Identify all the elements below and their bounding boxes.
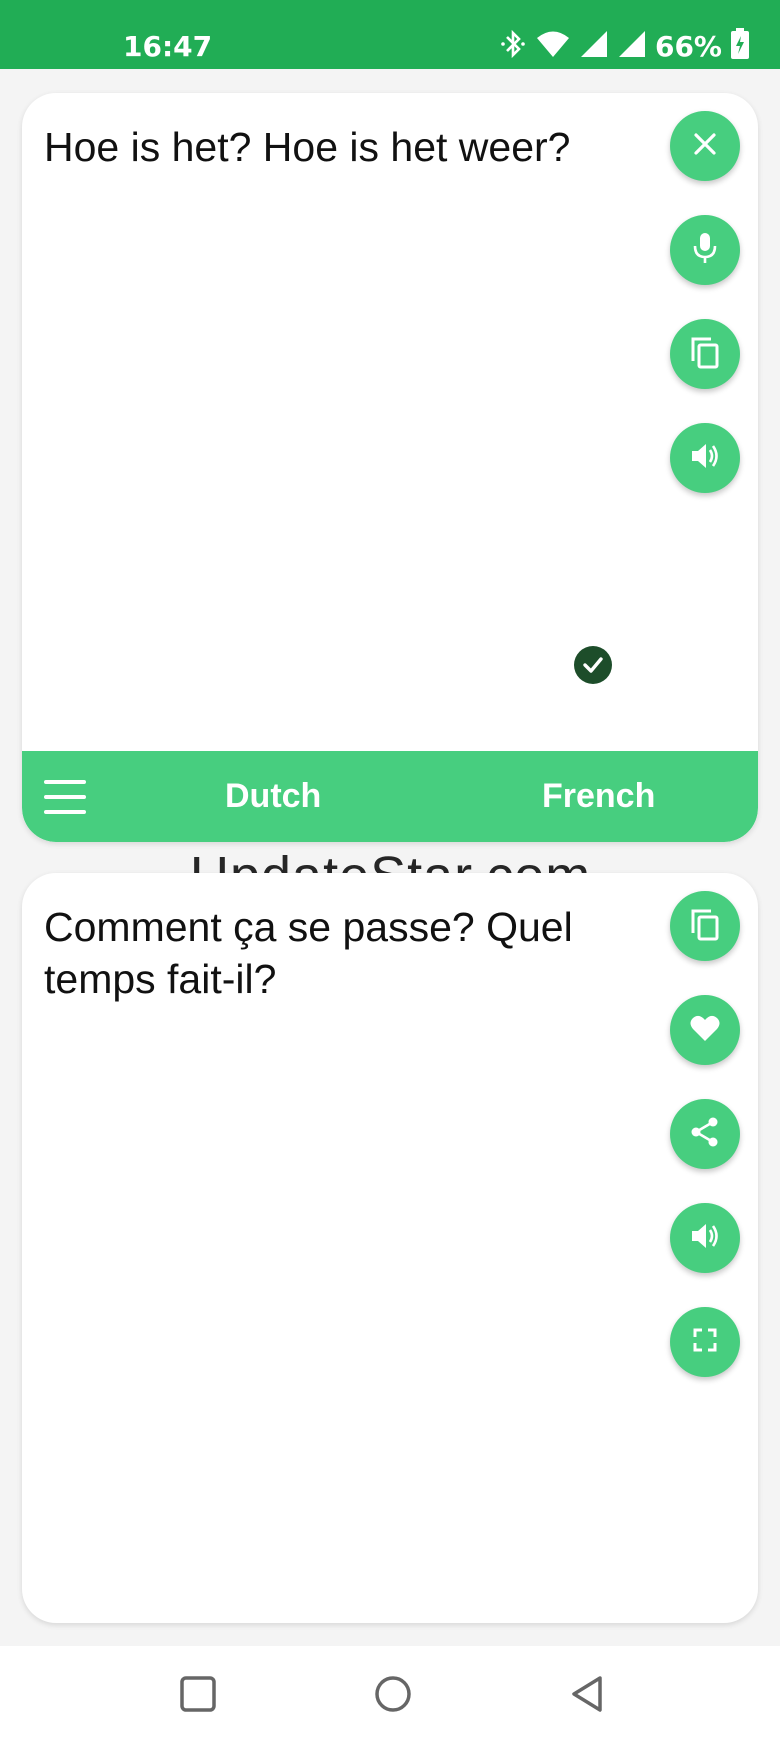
signal-icon xyxy=(579,29,609,64)
fullscreen-icon xyxy=(691,1326,719,1359)
status-bar: 16:47 66% xyxy=(0,0,780,69)
source-text[interactable]: Hoe is het? Hoe is het weer? xyxy=(44,121,644,173)
translation-panel: Comment ça se passe? Quel temps fait-il? xyxy=(22,873,758,1623)
home-button[interactable] xyxy=(371,1672,415,1716)
close-icon xyxy=(691,130,719,163)
system-nav-bar xyxy=(0,1646,780,1742)
copy-source-button[interactable] xyxy=(670,319,740,389)
recents-button[interactable] xyxy=(176,1672,220,1716)
fullscreen-button[interactable] xyxy=(670,1307,740,1377)
speak-translation-button[interactable] xyxy=(670,1203,740,1273)
signal-icon xyxy=(617,29,647,64)
status-time: 16:47 xyxy=(123,30,213,63)
share-icon xyxy=(689,1116,721,1153)
home-circle-icon xyxy=(371,1676,415,1720)
favorite-button[interactable] xyxy=(670,995,740,1065)
hamburger-menu-icon xyxy=(44,780,86,784)
heart-icon xyxy=(689,1013,721,1048)
speaker-icon xyxy=(689,1221,721,1256)
back-button[interactable] xyxy=(566,1672,610,1716)
copy-translation-button[interactable] xyxy=(670,891,740,961)
selected-check-icon xyxy=(574,646,612,684)
recents-square-icon xyxy=(176,1676,220,1720)
clear-button[interactable] xyxy=(670,111,740,181)
battery-charging-icon xyxy=(730,28,750,65)
source-panel: Hoe is het? Hoe is het weer? Dutch Frenc… xyxy=(22,93,758,842)
bluetooth-icon xyxy=(499,29,527,64)
speak-source-button[interactable] xyxy=(670,423,740,493)
battery-percentage: 66% xyxy=(654,30,722,63)
back-triangle-icon xyxy=(566,1676,610,1720)
wifi-icon xyxy=(535,29,571,64)
hamburger-menu-line xyxy=(44,795,86,799)
hamburger-menu-line xyxy=(44,810,86,814)
copy-icon xyxy=(689,907,721,946)
target-language-button[interactable]: French xyxy=(542,777,655,816)
speaker-icon xyxy=(689,441,721,476)
menu-button[interactable] xyxy=(44,777,86,817)
source-language-button[interactable]: Dutch xyxy=(225,777,321,816)
language-bar: Dutch French xyxy=(22,751,758,842)
share-button[interactable] xyxy=(670,1099,740,1169)
translated-text: Comment ça se passe? Quel temps fait-il? xyxy=(44,904,573,1002)
copy-icon xyxy=(689,335,721,374)
microphone-icon xyxy=(690,231,720,270)
status-icons: 66% xyxy=(499,28,750,65)
voice-input-button[interactable] xyxy=(670,215,740,285)
